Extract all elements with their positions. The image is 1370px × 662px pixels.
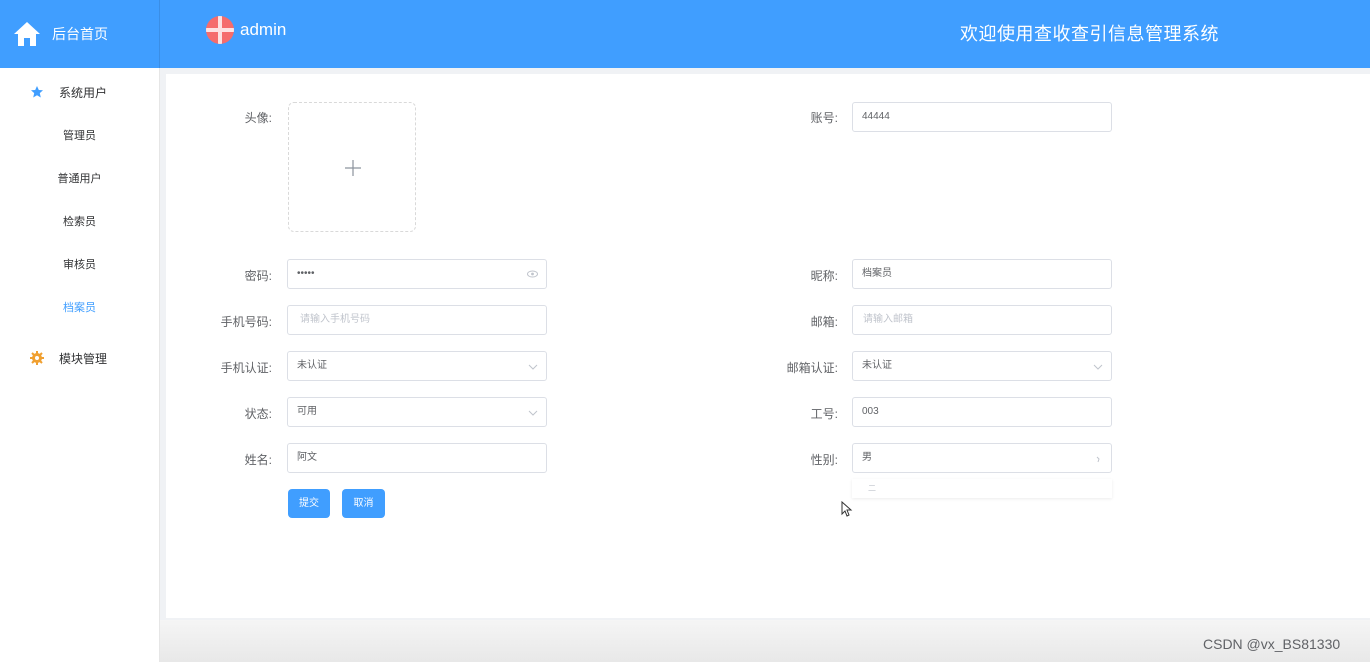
- username: admin: [240, 20, 287, 39]
- nickname-value: 档案员: [862, 268, 892, 279]
- gender-dropdown[interactable]: 二: [852, 479, 1112, 498]
- avatar-upload[interactable]: [288, 102, 416, 232]
- plus-icon: [345, 160, 361, 176]
- gear-icon: [30, 351, 44, 365]
- email-verify-select[interactable]: 未认证: [852, 351, 1112, 381]
- gender-label: 性别:: [810, 453, 838, 467]
- home-icon: [14, 22, 40, 46]
- gender-dropdown-hint[interactable]: 二: [868, 484, 876, 493]
- home-label: 后台首页: [52, 26, 108, 42]
- job-no-value: 003: [862, 406, 879, 417]
- eye-icon[interactable]: [527, 269, 538, 279]
- sidebar-item-reviewer[interactable]: 审核员: [0, 244, 159, 287]
- status-label: 状态:: [244, 407, 272, 421]
- home-link[interactable]: 后台首页: [0, 0, 160, 68]
- submit-button[interactable]: 提交: [288, 489, 330, 518]
- name-value: 阿文: [297, 452, 317, 463]
- password-field[interactable]: •••••: [287, 259, 547, 289]
- sidebar-item-archivist[interactable]: 档案员: [0, 287, 159, 330]
- email-input[interactable]: 请输入邮箱: [852, 305, 1112, 335]
- phone-placeholder: 请输入手机号码: [300, 314, 370, 325]
- password-label: 密码:: [244, 269, 272, 283]
- name-label: 姓名:: [244, 453, 272, 467]
- email-verify-value: 未认证: [862, 360, 892, 371]
- account-label: 账号:: [810, 111, 838, 125]
- nickname-label: 昵称:: [810, 269, 838, 283]
- avatar-label: 头像:: [244, 111, 272, 125]
- user-menu[interactable]: admin: [206, 16, 286, 44]
- email-placeholder: 请输入邮箱: [863, 314, 913, 325]
- sidebar: 系统用户 管理员 普通用户 检索员 审核员 档案员 模块管理: [0, 68, 160, 662]
- top-navbar: 后台首页 admin 欢迎使用查收查引信息管理系统: [0, 0, 1370, 68]
- mouse-cursor-icon: [841, 501, 853, 517]
- gender-select[interactable]: 男: [852, 443, 1112, 473]
- site-title: 欢迎使用查收查引信息管理系统: [960, 24, 1219, 44]
- phone-input[interactable]: 请输入手机号码: [287, 305, 547, 335]
- sidebar-item-admin[interactable]: 管理员: [0, 115, 159, 158]
- sidebar-group-label: 模块管理: [59, 351, 108, 366]
- cancel-button[interactable]: 取消: [342, 489, 385, 518]
- sidebar-item-searcher[interactable]: 检索员: [0, 201, 159, 244]
- sidebar-group-module-management[interactable]: 模块管理: [0, 335, 159, 381]
- status-select[interactable]: 可用: [287, 397, 547, 427]
- gender-value: 男: [862, 452, 872, 463]
- sidebar-group-label: 系统用户: [59, 85, 108, 100]
- phone-verify-label: 手机认证:: [220, 361, 272, 375]
- star-icon: [31, 86, 43, 98]
- avatar: [206, 16, 234, 44]
- email-label: 邮箱:: [810, 315, 838, 329]
- sidebar-group-system-users[interactable]: 系统用户: [0, 69, 159, 115]
- sidebar-item-normal-user[interactable]: 普通用户: [0, 158, 159, 201]
- name-input[interactable]: 阿文: [287, 443, 547, 473]
- status-value: 可用: [297, 406, 317, 417]
- job-no-input[interactable]: 003: [852, 397, 1112, 427]
- phone-verify-select[interactable]: 未认证: [287, 351, 547, 381]
- account-value: 44444: [862, 111, 890, 122]
- password-value: •••••: [297, 268, 315, 279]
- account-input[interactable]: 44444: [852, 102, 1112, 132]
- chevron-down-icon: [1093, 364, 1103, 370]
- watermark: CSDN @vx_BS81330: [1203, 636, 1341, 652]
- email-verify-label: 邮箱认证:: [786, 361, 838, 375]
- chevron-down-icon: [528, 364, 538, 370]
- nickname-input[interactable]: 档案员: [852, 259, 1112, 289]
- chevron-up-icon: [1096, 456, 1100, 463]
- phone-label: 手机号码:: [220, 315, 272, 329]
- chevron-down-icon: [528, 410, 538, 416]
- phone-verify-value: 未认证: [297, 360, 327, 371]
- job-no-label: 工号:: [810, 407, 838, 421]
- footer-band: [160, 620, 1370, 662]
